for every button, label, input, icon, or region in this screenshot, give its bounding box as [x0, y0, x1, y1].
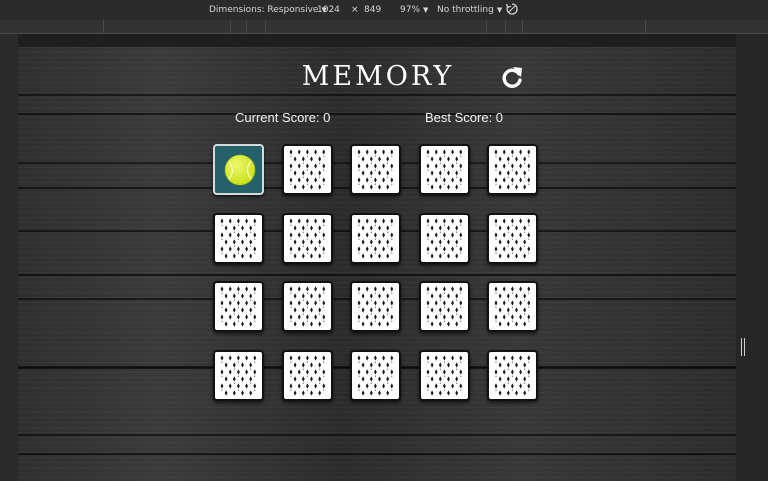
card-back-pattern: [289, 354, 325, 396]
page-title: MEMORY: [301, 61, 455, 92]
memory-card[interactable]: [487, 281, 538, 332]
card-back-pattern: [494, 217, 531, 259]
memory-card[interactable]: [487, 212, 538, 264]
memory-card[interactable]: [281, 144, 333, 195]
throttling-dropdown[interactable]: No throttling ▼: [437, 5, 502, 15]
card-back-pattern: [220, 286, 257, 327]
left-gutter: [0, 34, 18, 481]
restart-icon[interactable]: [499, 65, 525, 91]
memory-card[interactable]: [418, 144, 470, 195]
best-score: Best Score: 0: [425, 110, 504, 125]
card-back-pattern: [494, 286, 531, 327]
card-back-pattern: [426, 354, 462, 396]
chevron-down-icon: ▼: [496, 6, 503, 14]
dimensions-dropdown[interactable]: Dimensions: Responsive ▼: [209, 5, 327, 15]
card-back-pattern: [494, 149, 531, 190]
memory-card[interactable]: [281, 281, 333, 332]
card-back-pattern: [289, 149, 325, 190]
card-back-pattern: [289, 217, 325, 259]
card-grid: [213, 144, 543, 406]
memory-card[interactable]: [350, 281, 401, 332]
memory-card[interactable]: [418, 212, 470, 264]
card-back-pattern: [357, 354, 394, 396]
memory-card[interactable]: [213, 212, 264, 264]
tennis-ball-icon: [224, 154, 256, 186]
memory-card[interactable]: [487, 144, 538, 195]
width-input[interactable]: 1024: [317, 5, 340, 15]
dimensions-label: Dimensions: Responsive: [209, 5, 319, 15]
right-gutter: [736, 34, 768, 481]
throttling-label: No throttling: [437, 5, 494, 15]
memory-card[interactable]: [213, 281, 264, 332]
media-query-ruler[interactable]: [0, 20, 768, 34]
card-back-pattern: [426, 217, 462, 259]
rotate-icon[interactable]: [505, 2, 519, 16]
memory-card[interactable]: [487, 349, 538, 401]
memory-card[interactable]: [213, 144, 264, 195]
game-viewport: MEMORY Current Score: 0 Best Score: 0: [18, 47, 736, 481]
zoom-label: 97%: [400, 5, 421, 15]
memory-card[interactable]: [281, 349, 333, 401]
resize-handle-icon[interactable]: [741, 338, 747, 356]
height-input[interactable]: 849: [364, 5, 381, 15]
memory-card[interactable]: [350, 144, 401, 195]
card-back-pattern: [357, 149, 394, 190]
card-back-pattern: [289, 286, 325, 327]
memory-card[interactable]: [281, 212, 333, 264]
memory-card[interactable]: [418, 349, 470, 401]
current-score: Current Score: 0: [235, 110, 331, 125]
card-back-pattern: [357, 217, 394, 259]
memory-card[interactable]: [350, 349, 401, 401]
memory-card[interactable]: [418, 281, 470, 332]
card-back-pattern: [357, 286, 394, 327]
zoom-dropdown[interactable]: 97% ▼: [400, 5, 428, 15]
memory-card[interactable]: [213, 349, 264, 401]
card-back-pattern: [426, 286, 462, 327]
card-back-pattern: [220, 354, 257, 396]
chevron-down-icon: ▼: [423, 6, 429, 14]
times-symbol: ×: [351, 5, 359, 15]
memory-card[interactable]: [350, 212, 401, 264]
card-back-pattern: [426, 149, 462, 190]
card-back-pattern: [220, 217, 257, 259]
devtools-toolbar: Dimensions: Responsive ▼ 1024 × 849 97% ▼ …: [0, 0, 768, 20]
card-back-pattern: [494, 354, 531, 396]
